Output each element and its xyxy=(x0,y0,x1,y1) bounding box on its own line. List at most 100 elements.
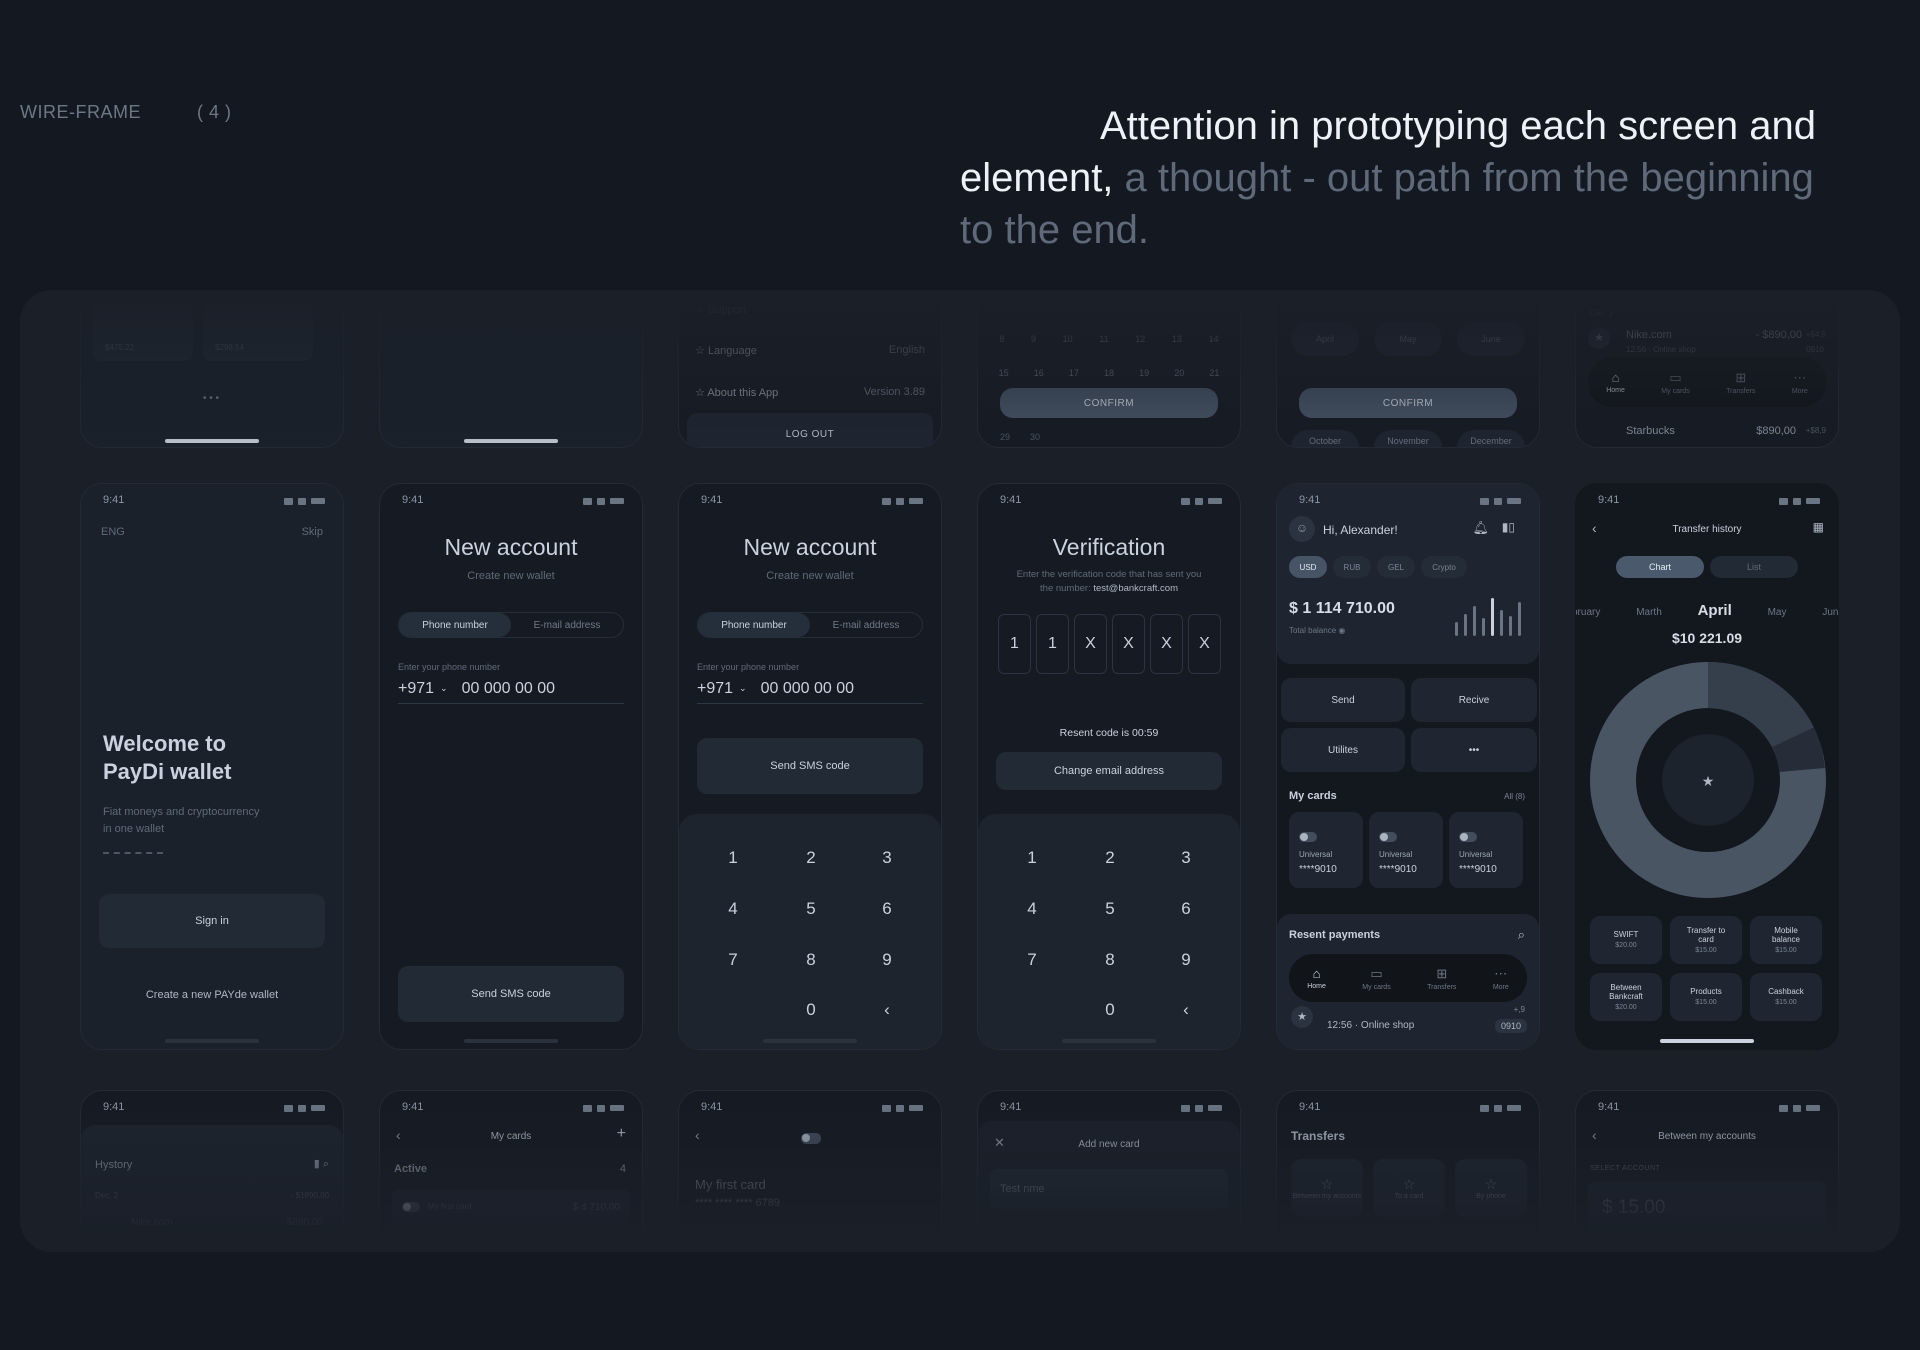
category-tile[interactable]: Transfer to card $15.00 xyxy=(1670,916,1742,964)
key-8[interactable]: 8 xyxy=(1080,950,1140,970)
key-6[interactable]: 6 xyxy=(1156,899,1216,919)
chip-rub[interactable]: RUB xyxy=(1333,556,1371,578)
key-3[interactable]: 3 xyxy=(1156,848,1216,868)
key-9[interactable]: 9 xyxy=(857,950,917,970)
code-digit-2[interactable]: 1 xyxy=(1036,614,1069,674)
calendar-day[interactable]: 9 xyxy=(1031,334,1036,344)
card-name-input[interactable]: Test nme xyxy=(990,1169,1228,1209)
search-icon[interactable]: ▮ ⌕ xyxy=(314,1157,329,1171)
history-merchant[interactable]: Nike.com xyxy=(131,1217,173,1228)
key-2[interactable]: 2 xyxy=(1080,848,1140,868)
month-december[interactable]: December xyxy=(1457,430,1525,447)
send-sms-button[interactable]: Send SMS code xyxy=(398,966,624,1022)
calendar-day[interactable]: 10 xyxy=(1063,334,1073,344)
code-digit-6[interactable]: X xyxy=(1188,614,1221,674)
calendar-day[interactable]: 19 xyxy=(1139,368,1149,378)
stats-icon[interactable]: ▮▯ xyxy=(1502,520,1515,534)
phone-input[interactable]: +971 ⌄ 00 000 00 00 xyxy=(697,674,923,704)
category-tile[interactable]: Products $15.00 xyxy=(1670,973,1742,1021)
card-tile-1[interactable]: Universal ****9010 xyxy=(1289,812,1363,888)
chip-gel[interactable]: GEL xyxy=(1377,556,1415,578)
nav-more[interactable]: ⋯ More xyxy=(1493,966,1509,991)
settings-support[interactable]: ☆ Support xyxy=(695,303,746,316)
change-email-button[interactable]: Change email address xyxy=(996,752,1222,790)
category-tile[interactable]: Cashback $15.00 xyxy=(1750,973,1822,1021)
nav-more[interactable]: ⋯ More xyxy=(1792,370,1808,395)
calendar-icon[interactable]: ▦ xyxy=(1813,520,1824,534)
search-icon[interactable]: ⌕ xyxy=(1518,927,1525,943)
month-march[interactable]: Marth xyxy=(1636,607,1662,618)
key-7[interactable]: 7 xyxy=(1002,950,1062,970)
code-digit-3[interactable]: X xyxy=(1074,614,1107,674)
payment-item[interactable]: 12:56 · Online shop xyxy=(1327,1020,1414,1031)
key-backspace[interactable]: ‹ xyxy=(857,1000,917,1020)
key-1[interactable]: 1 xyxy=(1002,848,1062,868)
key-6[interactable]: 6 xyxy=(857,899,917,919)
amount-field[interactable]: $ 15.00 xyxy=(1588,1181,1826,1235)
transfer-by-phone[interactable]: ☆ By phone xyxy=(1455,1159,1527,1217)
key-backspace[interactable]: ‹ xyxy=(1156,1000,1216,1020)
settings-language[interactable]: ☆ Language English xyxy=(695,344,925,357)
send-button[interactable]: Send xyxy=(1281,678,1405,722)
back-icon[interactable]: ‹ xyxy=(695,1127,700,1143)
card-toggle[interactable] xyxy=(801,1133,821,1144)
nav-transfers[interactable]: ⊞ Transfers xyxy=(1427,966,1456,991)
key-8[interactable]: 8 xyxy=(781,950,841,970)
send-sms-button[interactable]: Send SMS code xyxy=(697,738,923,794)
nav-home[interactable]: ⌂ Home xyxy=(1606,370,1625,394)
card-tile-3[interactable]: Universal ****9010 xyxy=(1449,812,1523,888)
all-cards-link[interactable]: All (8) xyxy=(1504,792,1525,801)
months-confirm-button[interactable]: CONFIRM xyxy=(1299,388,1517,418)
key-5[interactable]: 5 xyxy=(781,899,841,919)
code-digit-5[interactable]: X xyxy=(1150,614,1183,674)
calendar-day[interactable]: 17 xyxy=(1069,368,1079,378)
tab-chart[interactable]: Chart xyxy=(1616,556,1704,578)
tab-phone[interactable]: Phone number xyxy=(399,613,511,637)
key-7[interactable]: 7 xyxy=(703,950,763,970)
code-digit-1[interactable]: 1 xyxy=(998,614,1031,674)
nav-home[interactable]: ⌂ Home xyxy=(1307,966,1326,990)
create-wallet-link[interactable]: Create a new PAYde wallet xyxy=(81,989,343,1001)
transfer-between-accounts[interactable]: ☆ Between my accounts xyxy=(1291,1159,1363,1217)
sign-in-button[interactable]: Sign in xyxy=(99,894,325,948)
chip-crypto[interactable]: Crypto xyxy=(1421,556,1467,578)
key-3[interactable]: 3 xyxy=(857,848,917,868)
card-row[interactable]: My first card $ 4 710,00 xyxy=(392,1189,630,1225)
calendar-day[interactable]: 16 xyxy=(1034,368,1044,378)
language-selector[interactable]: ENG xyxy=(101,526,125,538)
key-9[interactable]: 9 xyxy=(1156,950,1216,970)
key-0[interactable]: 0 xyxy=(1080,1000,1140,1020)
key-5[interactable]: 5 xyxy=(1080,899,1140,919)
month-june[interactable]: June xyxy=(1822,607,1838,618)
settings-about[interactable]: ☆ About this App Version 3.89 xyxy=(695,386,925,399)
calendar-day[interactable]: 13 xyxy=(1172,334,1182,344)
calendar-day[interactable]: 18 xyxy=(1104,368,1114,378)
card-tile-2[interactable]: Universal ****9010 xyxy=(1369,812,1443,888)
month-october[interactable]: October xyxy=(1291,430,1359,447)
tab-email[interactable]: E-mail address xyxy=(810,613,922,637)
month-feb[interactable]: bruary xyxy=(1576,607,1600,618)
tab-list[interactable]: List xyxy=(1710,556,1798,578)
calendar-confirm-button[interactable]: CONFIRM xyxy=(1000,388,1218,418)
phone-input[interactable]: +971 ⌄ 00 000 00 00 xyxy=(398,674,624,704)
calendar-day[interactable]: 14 xyxy=(1209,334,1219,344)
skip-button[interactable]: Skip xyxy=(302,526,323,538)
calendar-day[interactable]: 21 xyxy=(1209,368,1219,378)
month-may[interactable]: May xyxy=(1768,607,1787,618)
month-november[interactable]: November xyxy=(1374,430,1442,447)
month-april-active[interactable]: April xyxy=(1698,602,1732,619)
bell-icon[interactable]: 🔔︎ xyxy=(1472,520,1489,536)
calendar-day[interactable]: 11 xyxy=(1099,334,1108,344)
utilities-button[interactable]: Utilites xyxy=(1281,728,1405,772)
avatar[interactable]: ☺ xyxy=(1289,516,1315,542)
key-4[interactable]: 4 xyxy=(1002,899,1062,919)
tab-phone[interactable]: Phone number xyxy=(698,613,810,637)
transfer-to-card[interactable]: ☆ To a card xyxy=(1373,1159,1445,1217)
receive-button[interactable]: Recive xyxy=(1411,678,1537,722)
chip-usd[interactable]: USD xyxy=(1289,556,1327,578)
code-digit-4[interactable]: X xyxy=(1112,614,1145,674)
month-may[interactable]: May xyxy=(1374,322,1442,356)
category-tile[interactable]: Between Bankcraft $20.00 xyxy=(1590,973,1662,1021)
logout-button[interactable]: LOG OUT xyxy=(687,413,933,447)
nav-cards[interactable]: ▭ My cards xyxy=(1362,966,1390,991)
